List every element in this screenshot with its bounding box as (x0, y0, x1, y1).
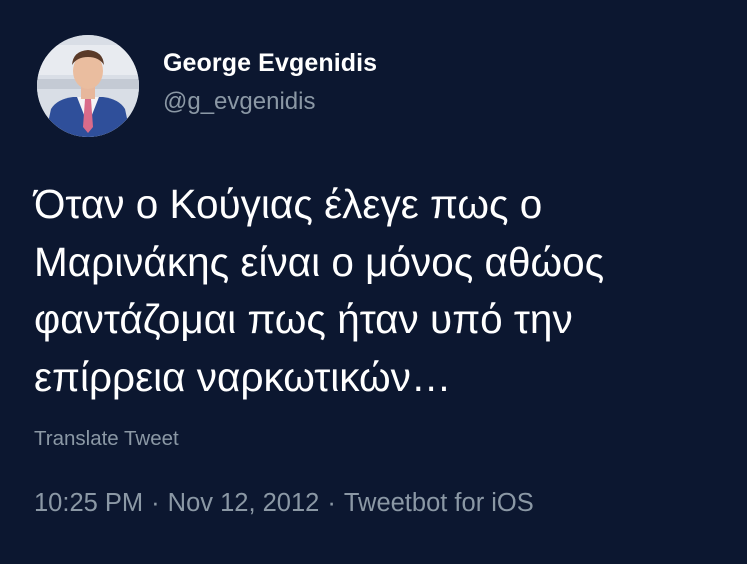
tweet-text-line: επίρρεια ναρκωτικών… (34, 353, 452, 400)
tweet-text-line: Μαρινάκης είναι ο μόνος αθώος (34, 238, 605, 285)
author-name[interactable]: George Evgenidis (163, 48, 377, 78)
translate-tweet-link[interactable]: Translate Tweet (34, 426, 179, 452)
profile-photo-icon (37, 35, 139, 137)
author-handle[interactable]: @g_evgenidis (163, 87, 315, 117)
tweet-text-line: Όταν ο Κούγιας έλεγε πως ο (34, 181, 543, 227)
tweet-card: George Evgenidis @g_evgenidis Όταν ο Κού… (0, 0, 747, 564)
tweet-text-line: φαντάζομαι πως ήταν υπό την (34, 296, 573, 342)
tweet-source[interactable]: Tweetbot for iOS (344, 489, 534, 517)
tweet-time[interactable]: 10:25 PM (34, 489, 143, 517)
avatar[interactable] (37, 35, 139, 137)
tweet-text: Όταν ο Κούγιας έλεγε πως ο Μαρινάκης είν… (34, 176, 734, 406)
separator: · (327, 489, 336, 517)
tweet-date[interactable]: Nov 12, 2012 (168, 489, 320, 517)
tweet-metadata: 10:25 PM · Nov 12, 2012 · Tweetbot for iOS (34, 487, 534, 519)
separator: · (151, 489, 160, 517)
